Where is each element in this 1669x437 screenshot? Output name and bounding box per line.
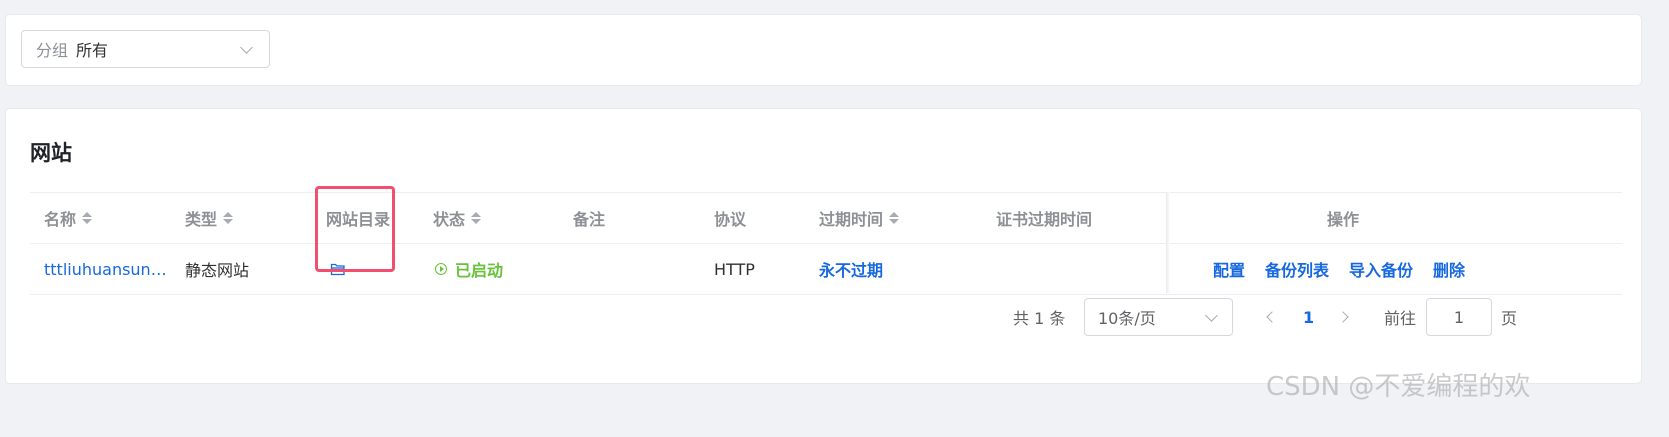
page-size-select[interactable]: 10条/页 xyxy=(1084,298,1233,336)
sort-icon[interactable] xyxy=(889,212,900,224)
status-label: 已启动 xyxy=(455,261,504,280)
column-header-type[interactable]: 类型 xyxy=(185,193,234,243)
table-header: 名称 类型 网站目录 状态 备注 协议 过期时间 证书过期时间 操作 xyxy=(30,192,1622,244)
backup-list-button[interactable]: 备份列表 xyxy=(1265,257,1329,281)
filter-card: 分组 所有 xyxy=(5,14,1642,86)
status-badge[interactable]: 已启动 xyxy=(435,244,503,294)
websites-table: 名称 类型 网站目录 状态 备注 协议 过期时间 证书过期时间 操作 tttli… xyxy=(30,192,1622,295)
page-number-current[interactable]: 1 xyxy=(1303,298,1314,336)
site-name-link[interactable]: tttliuhuansun… xyxy=(44,244,167,294)
site-type: 静态网站 xyxy=(185,261,250,280)
column-header-label: 状态 xyxy=(433,210,466,229)
column-header-name[interactable]: 名称 xyxy=(44,193,93,243)
column-header-label: 证书过期时间 xyxy=(996,210,1093,229)
column-header-label: 操作 xyxy=(1327,210,1360,229)
column-header-label: 协议 xyxy=(714,210,747,229)
import-backup-button[interactable]: 导入备份 xyxy=(1349,257,1413,281)
table-row: tttliuhuansun… 静态网站 已启动 HTTP 永不过期 配置 备份列… xyxy=(30,244,1622,295)
column-header-label: 名称 xyxy=(44,210,77,229)
fixed-column-shadow xyxy=(1166,192,1170,293)
websites-card: 网站 名称 类型 网站目录 状态 备注 协议 过期时间 证书过期时间 操作 tt… xyxy=(5,108,1642,384)
column-header-label: 类型 xyxy=(185,210,218,229)
column-header-label: 备注 xyxy=(573,210,606,229)
row-actions: 配置 备份列表 导入备份 删除 xyxy=(1213,244,1485,294)
goto-page-input[interactable]: 1 xyxy=(1426,298,1492,336)
site-expire[interactable]: 永不过期 xyxy=(819,244,883,294)
sort-icon[interactable] xyxy=(223,212,234,224)
column-header-label: 过期时间 xyxy=(819,210,884,229)
highlight-box xyxy=(315,186,395,272)
page-size-value: 10条/页 xyxy=(1098,309,1156,328)
sort-icon[interactable] xyxy=(82,212,93,224)
delete-button[interactable]: 删除 xyxy=(1433,257,1465,281)
column-header-protocol: 协议 xyxy=(714,193,746,243)
group-select-prefix: 分组 xyxy=(36,41,69,60)
column-header-expire[interactable]: 过期时间 xyxy=(819,193,900,243)
play-circle-icon xyxy=(435,263,447,275)
chevron-down-icon xyxy=(240,41,253,54)
config-button[interactable]: 配置 xyxy=(1213,257,1245,281)
column-header-ops: 操作 xyxy=(1327,193,1359,243)
chevron-down-icon xyxy=(1205,309,1218,322)
page-suffix: 页 xyxy=(1501,309,1518,328)
column-header-status[interactable]: 状态 xyxy=(433,193,482,243)
site-protocol: HTTP xyxy=(714,259,755,279)
group-select[interactable]: 分组 所有 xyxy=(21,30,270,68)
column-header-remark: 备注 xyxy=(573,193,605,243)
watermark: CSDN @不爱编程的欢 xyxy=(1266,372,1531,402)
sort-icon[interactable] xyxy=(471,212,482,224)
total-count: 共 1 条 xyxy=(1013,309,1066,328)
goto-label: 前往 xyxy=(1384,309,1417,328)
column-header-cert-expire: 证书过期时间 xyxy=(996,193,1092,243)
group-select-value: 所有 xyxy=(76,41,109,60)
section-title: 网站 xyxy=(30,141,72,165)
